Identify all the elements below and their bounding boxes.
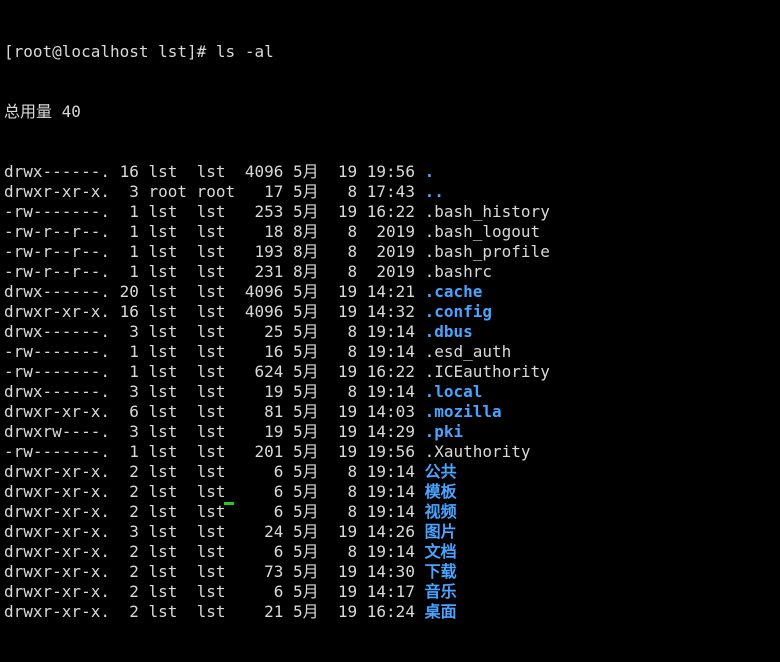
- directory-listing: drwx------. 16 lst lst 4096 5月 19 19:56 …: [4, 162, 780, 622]
- file-metadata: drwx------. 20 lst lst 4096 5月 19 14:21: [4, 282, 425, 301]
- file-name: .Xauthority: [424, 442, 531, 461]
- file-metadata: drwxr-xr-x. 2 lst lst 6 5月 8 19:14: [4, 482, 425, 501]
- listing-row: drwxr-xr-x. 6 lst lst 81 5月 19 14:03 .mo…: [4, 402, 780, 422]
- file-metadata: drwxr-xr-x. 16 lst lst 4096 5月 19 14:32: [4, 302, 425, 321]
- file-metadata: -rw-r--r--. 1 lst lst 18 8月 8 2019: [4, 222, 425, 241]
- listing-row: drwx------. 16 lst lst 4096 5月 19 19:56 …: [4, 162, 780, 182]
- directory-name: 模板: [424, 482, 457, 501]
- file-name: .bash_logout: [424, 222, 541, 241]
- file-metadata: drwxr-xr-x. 6 lst lst 81 5月 19 14:03: [4, 402, 425, 421]
- listing-row: drwxr-xr-x. 16 lst lst 4096 5月 19 14:32 …: [4, 302, 780, 322]
- file-metadata: -rw-------. 1 lst lst 624 5月 19 16:22: [4, 362, 425, 381]
- listing-row: -rw-------. 1 lst lst 624 5月 19 16:22 .I…: [4, 362, 780, 382]
- listing-row: drwxr-xr-x. 2 lst lst 6 5月 8 19:14 视频: [4, 502, 780, 522]
- file-metadata: drwxr-xr-x. 2 lst lst 6 5月 8 19:14: [4, 502, 425, 521]
- listing-row: -rw-------. 1 lst lst 16 5月 8 19:14 .esd…: [4, 342, 780, 362]
- directory-name: .: [424, 162, 435, 181]
- file-name: .bash_history: [424, 202, 550, 221]
- listing-row: drwxr-xr-x. 2 lst lst 21 5月 19 16:24 桌面: [4, 602, 780, 622]
- directory-name: .pki: [424, 422, 464, 441]
- file-metadata: drwxr-xr-x. 2 lst lst 73 5月 19 14:30: [4, 562, 425, 581]
- file-metadata: drwx------. 16 lst lst 4096 5月 19 19:56: [4, 162, 425, 181]
- directory-name: 音乐: [424, 582, 457, 601]
- file-metadata: drwxr-xr-x. 2 lst lst 6 5月 19 14:17: [4, 582, 425, 601]
- directory-name: 下载: [424, 562, 457, 581]
- file-metadata: -rw-r--r--. 1 lst lst 193 8月 8 2019: [4, 242, 425, 261]
- listing-row: drwx------. 3 lst lst 25 5月 8 19:14 .dbu…: [4, 322, 780, 342]
- listing-row: drwxr-xr-x. 2 lst lst 6 5月 19 14:17 音乐: [4, 582, 780, 602]
- file-metadata: drwxr-xr-x. 2 lst lst 6 5月 8 19:14: [4, 462, 425, 481]
- directory-name: ..: [424, 182, 444, 201]
- file-metadata: -rw-r--r--. 1 lst lst 231 8月 8 2019: [4, 262, 425, 281]
- text-cursor: [224, 502, 234, 505]
- listing-row: drwx------. 3 lst lst 19 5月 8 19:14 .loc…: [4, 382, 780, 402]
- listing-row: drwx------. 20 lst lst 4096 5月 19 14:21 …: [4, 282, 780, 302]
- listing-row: drwxr-xr-x. 2 lst lst 6 5月 8 19:14 文档: [4, 542, 780, 562]
- file-metadata: -rw-------. 1 lst lst 253 5月 19 16:22: [4, 202, 425, 221]
- listing-row: drwxr-xr-x. 2 lst lst 73 5月 19 14:30 下载: [4, 562, 780, 582]
- file-metadata: -rw-------. 1 lst lst 201 5月 19 19:56: [4, 442, 425, 461]
- listing-row: drwxr-xr-x. 3 lst lst 24 5月 19 14:26 图片: [4, 522, 780, 542]
- file-name: .bash_profile: [424, 242, 550, 261]
- directory-name: .cache: [424, 282, 483, 301]
- directory-name: 公共: [424, 462, 457, 481]
- command-line: [root@localhost lst]# ls -al: [4, 42, 780, 62]
- terminal-window[interactable]: [root@localhost lst]# ls -al 总用量 40 drwx…: [0, 0, 780, 621]
- file-name: .esd_auth: [424, 342, 512, 361]
- directory-name: .mozilla: [424, 402, 502, 421]
- file-metadata: drwxr-xr-x. 2 lst lst 6 5月 8 19:14: [4, 542, 425, 561]
- file-metadata: drwxr-xr-x. 3 root root 17 5月 8 17:43: [4, 182, 425, 201]
- directory-name: 桌面: [424, 602, 457, 621]
- file-name: .ICEauthority: [424, 362, 550, 381]
- file-metadata: -rw-------. 1 lst lst 16 5月 8 19:14: [4, 342, 425, 361]
- directory-name: .dbus: [424, 322, 473, 341]
- listing-row: drwxr-xr-x. 3 root root 17 5月 8 17:43 ..: [4, 182, 780, 202]
- listing-row: -rw-r--r--. 1 lst lst 231 8月 8 2019 .bas…: [4, 262, 780, 282]
- directory-name: 视频: [424, 502, 457, 521]
- listing-row: drwxr-xr-x. 2 lst lst 6 5月 8 19:14 公共: [4, 462, 780, 482]
- file-metadata: drwx------. 3 lst lst 25 5月 8 19:14: [4, 322, 425, 341]
- file-metadata: drwxrw----. 3 lst lst 19 5月 19 14:29: [4, 422, 425, 441]
- directory-name: 文档: [424, 542, 457, 561]
- total-usage-line: 总用量 40: [4, 102, 81, 121]
- typed-command: ls -al: [215, 42, 274, 61]
- listing-row: -rw-------. 1 lst lst 201 5月 19 19:56 .X…: [4, 442, 780, 462]
- directory-name: .local: [424, 382, 483, 401]
- listing-row: -rw-r--r--. 1 lst lst 18 8月 8 2019 .bash…: [4, 222, 780, 242]
- listing-row: -rw-------. 1 lst lst 253 5月 19 16:22 .b…: [4, 202, 780, 222]
- file-name: .bashrc: [424, 262, 493, 281]
- file-metadata: drwxr-xr-x. 2 lst lst 21 5月 19 16:24: [4, 602, 425, 621]
- file-metadata: drwx------. 3 lst lst 19 5月 8 19:14: [4, 382, 425, 401]
- directory-name: 图片: [424, 522, 457, 541]
- listing-row: drwxr-xr-x. 2 lst lst 6 5月 8 19:14 模板: [4, 482, 780, 502]
- shell-prompt: [root@localhost lst]#: [4, 42, 216, 61]
- directory-name: .config: [424, 302, 493, 321]
- listing-row: drwxrw----. 3 lst lst 19 5月 19 14:29 .pk…: [4, 422, 780, 442]
- listing-row: -rw-r--r--. 1 lst lst 193 8月 8 2019 .bas…: [4, 242, 780, 262]
- file-metadata: drwxr-xr-x. 3 lst lst 24 5月 19 14:26: [4, 522, 425, 541]
